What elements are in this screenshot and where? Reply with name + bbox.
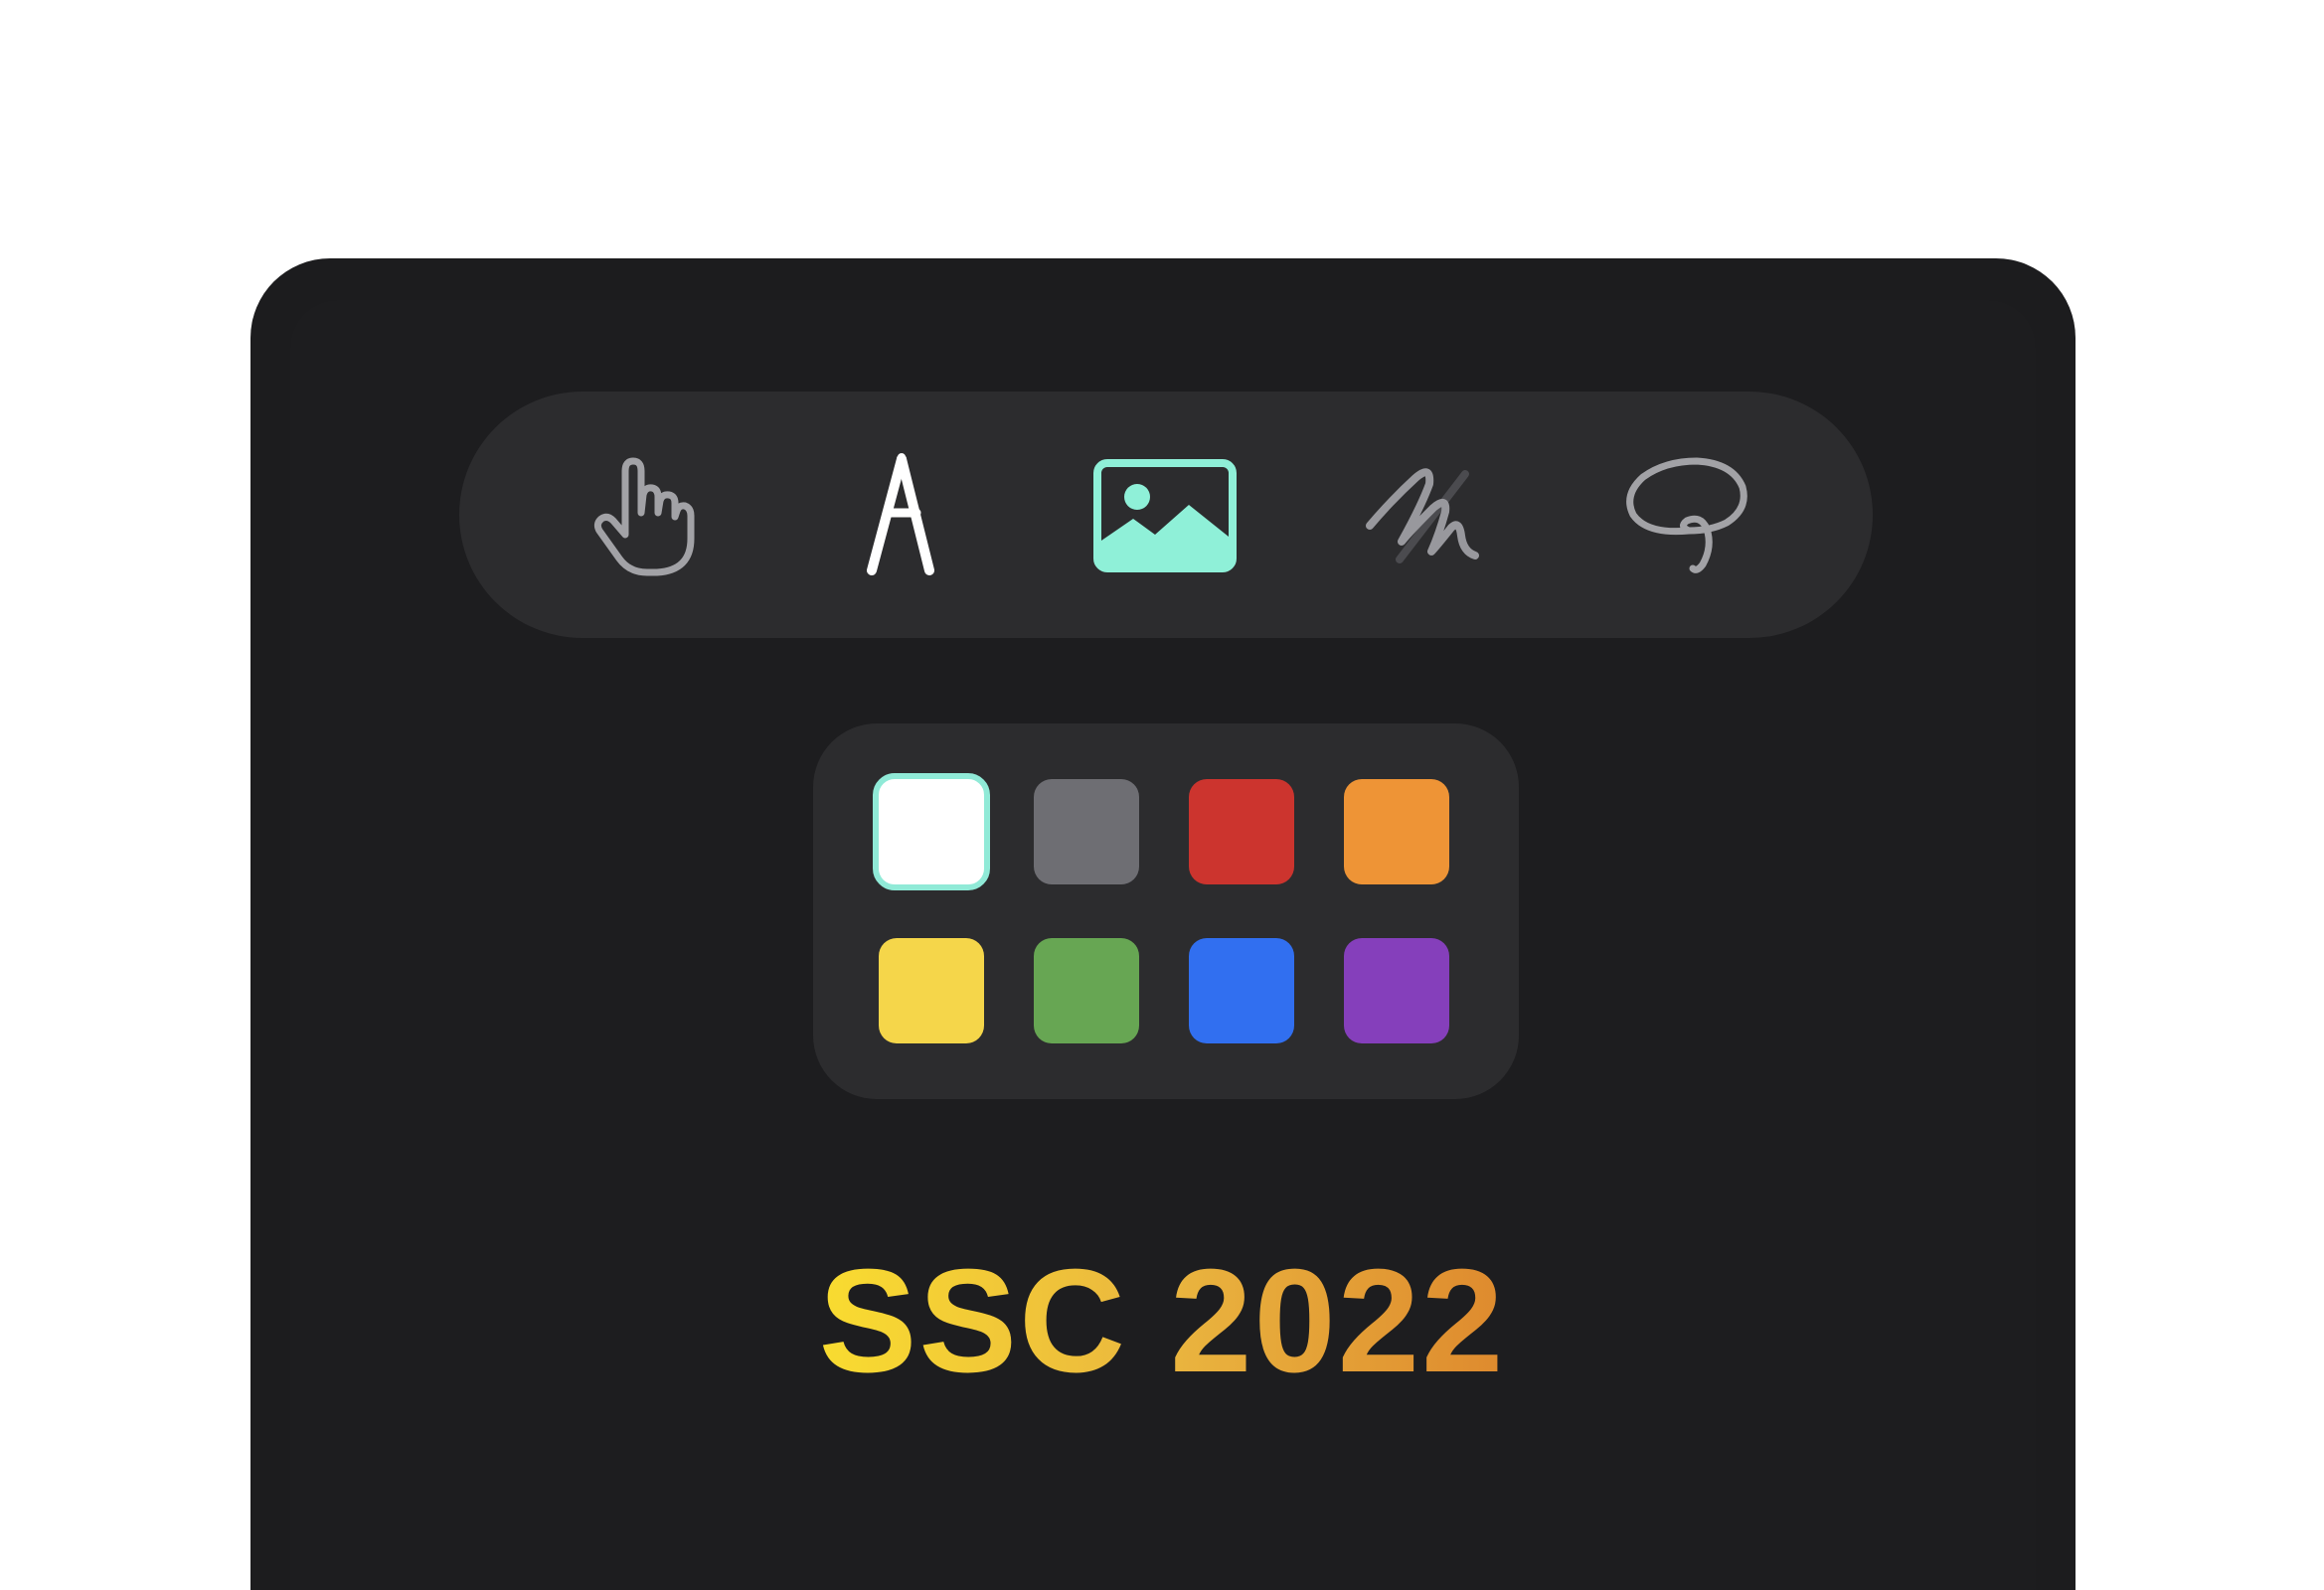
color-swatch-red[interactable] [1189,779,1294,884]
image-icon [1093,459,1237,572]
compass-tool-button[interactable] [827,441,976,590]
lasso-icon [1626,457,1747,573]
color-swatch-gray[interactable] [1034,779,1139,884]
hand-tool-button[interactable] [567,441,716,590]
scribble-pen-icon [1366,468,1479,563]
title-text: SSC 2022 [818,1239,1506,1403]
title-heading: SSC 2022 [0,1237,2324,1406]
scribble-tool-button[interactable] [1352,441,1501,590]
color-swatch-yellow[interactable] [879,938,984,1043]
color-swatch-white[interactable] [873,773,990,890]
tool-picker-toolbar [459,392,1873,638]
lasso-tool-button[interactable] [1614,441,1763,590]
color-swatch-green[interactable] [1034,938,1139,1043]
color-swatch-purple[interactable] [1344,938,1449,1043]
hand-pointer-icon [593,457,695,576]
image-tool-button[interactable] [1090,441,1240,590]
drafting-compass-icon [867,453,934,575]
color-swatch-blue[interactable] [1189,938,1294,1043]
color-swatch-orange[interactable] [1344,779,1449,884]
color-palette [813,723,1519,1099]
